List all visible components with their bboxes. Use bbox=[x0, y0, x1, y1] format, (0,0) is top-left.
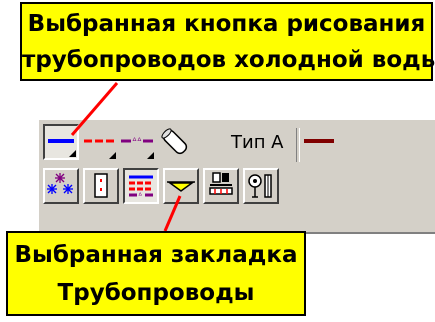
callout-bottom-line2: Трубопроводы bbox=[57, 280, 255, 306]
callout-bottom-line1: Выбранная закладка bbox=[14, 242, 298, 268]
pointer-to-button bbox=[70, 82, 119, 136]
callout-selected-tab: Выбранная закладка Трубопроводы bbox=[6, 231, 306, 316]
pointer-to-tab bbox=[163, 195, 182, 232]
